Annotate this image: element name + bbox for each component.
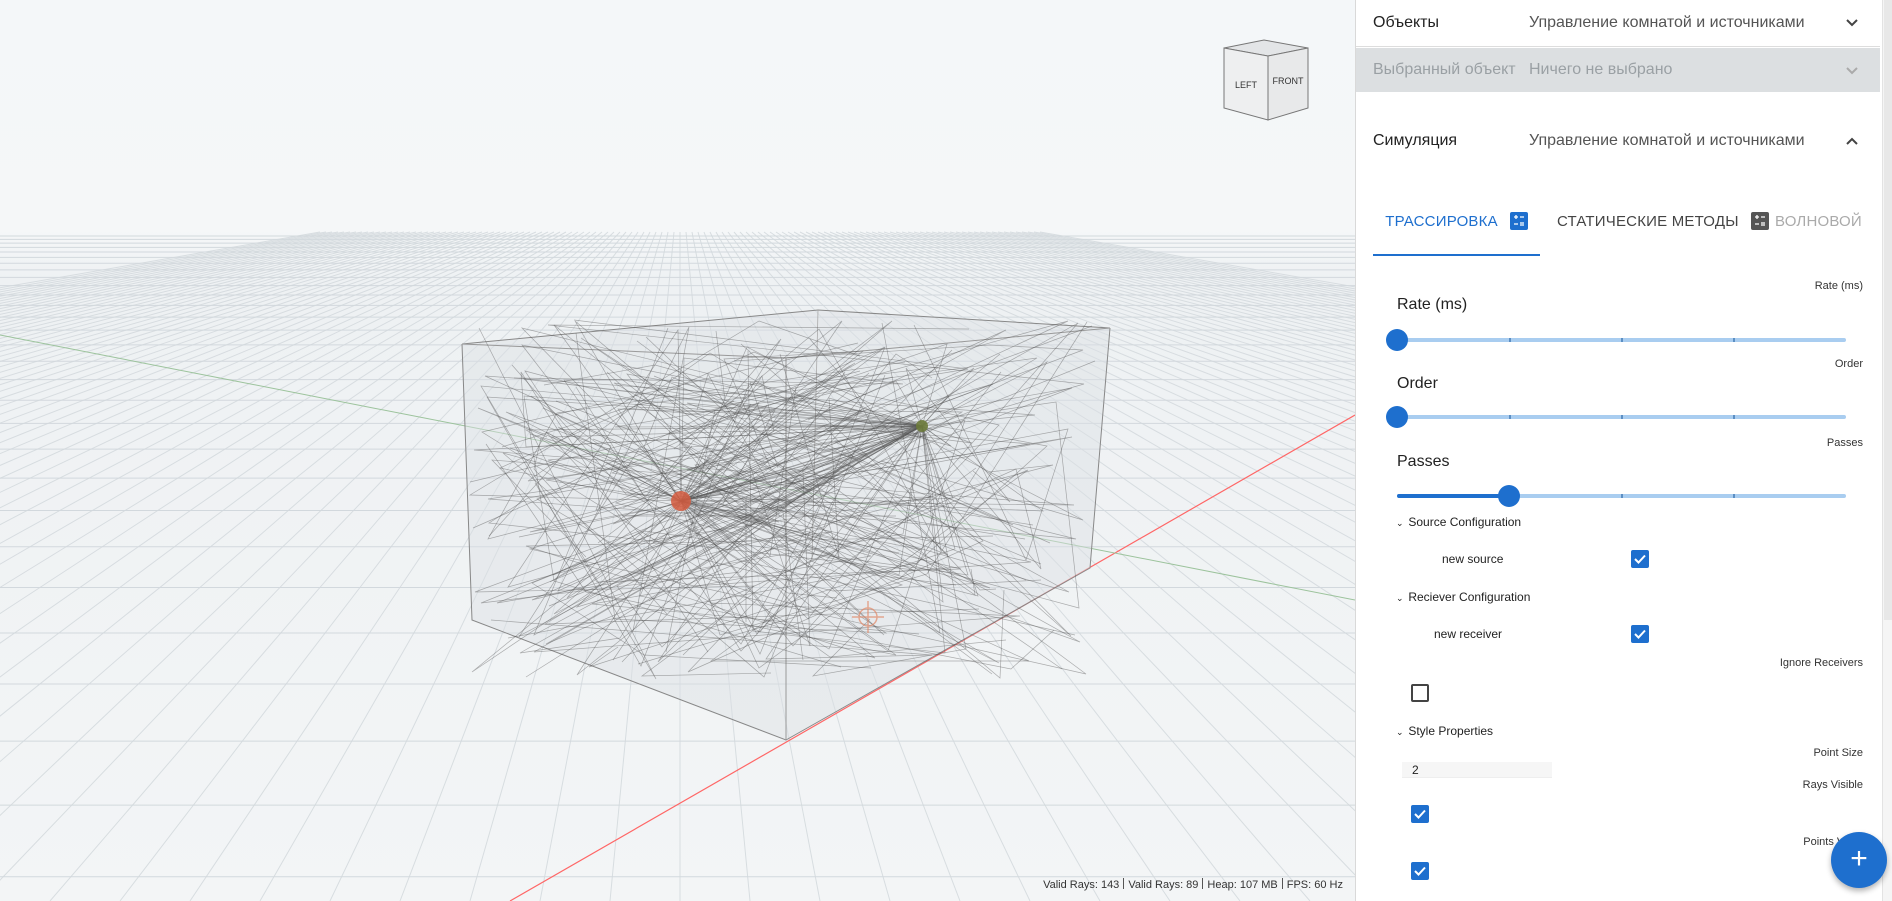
add-button[interactable]: + bbox=[1831, 832, 1887, 888]
accordion-objects-title: Объекты bbox=[1373, 14, 1439, 31]
calculator-icon bbox=[1509, 212, 1528, 230]
chevron-down-icon: ⌄ bbox=[1396, 518, 1404, 528]
3d-viewport[interactable]: LEFT FRONT Valid Rays: 143 Valid Rays: 89… bbox=[0, 0, 1355, 901]
order-slider-thumb[interactable] bbox=[1386, 406, 1408, 428]
accordion-objects[interactable]: Объекты Управление комнатой и источникам… bbox=[1356, 0, 1880, 47]
rate-slider-thumb[interactable] bbox=[1386, 329, 1408, 351]
accordion-objects-subtitle: Управление комнатой и источниками bbox=[1529, 14, 1805, 31]
sound-source-marker bbox=[671, 491, 691, 511]
panel-scrollbar[interactable] bbox=[1882, 0, 1892, 901]
passes-slider[interactable] bbox=[1397, 485, 1846, 507]
rays-visible-checkbox[interactable] bbox=[1411, 805, 1429, 823]
tab-raytracing-label: ТРАССИРОВКА bbox=[1385, 212, 1498, 230]
tab-wave: ВОЛНОВОЙ bbox=[1775, 188, 1862, 254]
simulation-tabs: ТРАССИРОВКА СТАТИЧЕСКИЕ МЕТОДЫ ВОЛНОВОЙ bbox=[1373, 188, 1870, 256]
accordion-simulation[interactable]: Симуляция Управление комнатой и источник… bbox=[1356, 118, 1880, 164]
rate-slider[interactable] bbox=[1386, 329, 1846, 351]
chevron-down-icon: ⌄ bbox=[1396, 593, 1404, 603]
passes-label: Passes bbox=[1397, 453, 1450, 470]
point-size-label: Point Size bbox=[1813, 747, 1863, 759]
rate-caption: Rate (ms) bbox=[1814, 280, 1863, 292]
passes-caption: Passes bbox=[1826, 437, 1863, 449]
ignore-receivers-checkbox[interactable] bbox=[1411, 684, 1429, 702]
receiver-config-section[interactable]: ⌄ Reciever Configuration bbox=[1396, 590, 1530, 604]
chevron-down-icon[interactable] bbox=[1842, 13, 1862, 33]
tab-wave-label: ВОЛНОВОЙ bbox=[1775, 212, 1862, 230]
points-visible-checkbox[interactable] bbox=[1411, 862, 1429, 880]
chevron-up-icon[interactable] bbox=[1842, 131, 1862, 151]
calculator-icon bbox=[1750, 212, 1769, 230]
fps-stat: FPS: 60 Hz bbox=[1286, 879, 1343, 891]
passes-slider-thumb[interactable] bbox=[1498, 485, 1521, 507]
rate-label: Rate (ms) bbox=[1397, 296, 1468, 313]
point-size-input[interactable]: 2 bbox=[1402, 762, 1552, 778]
tab-static-methods-label: СТАТИЧЕСКИЕ МЕТОДЫ bbox=[1557, 212, 1739, 230]
source-config-section[interactable]: ⌄ Source Configuration bbox=[1396, 515, 1521, 529]
receiver-item-label: new receiver bbox=[1434, 627, 1503, 641]
source-config-title: Source Configuration bbox=[1408, 515, 1522, 529]
panel-scrollbar-thumb[interactable] bbox=[1884, 0, 1892, 620]
receiver-item-checkbox[interactable] bbox=[1631, 625, 1649, 643]
chevron-down-icon bbox=[1846, 67, 1858, 75]
order-label: Order bbox=[1397, 375, 1438, 392]
rays-visible-label: Rays Visible bbox=[1802, 779, 1863, 791]
passes-slider-fill bbox=[1397, 494, 1510, 498]
scene-canvas[interactable] bbox=[0, 0, 1355, 901]
tab-raytracing[interactable]: ТРАССИРОВКА bbox=[1373, 188, 1540, 256]
tab-static-methods[interactable]: СТАТИЧЕСКИЕ МЕТОДЫ bbox=[1557, 188, 1769, 254]
accordion-selected-title: Выбранный объект bbox=[1373, 61, 1516, 78]
style-properties-section[interactable]: ⌄ Style Properties bbox=[1396, 724, 1493, 738]
accordion-selected-object: Выбранный объект Ничего не выбрано bbox=[1356, 48, 1880, 92]
heap-stat: Heap: 107 MB bbox=[1207, 879, 1278, 891]
order-slider[interactable] bbox=[1386, 406, 1846, 428]
view-cube-front-label: FRONT bbox=[1273, 76, 1304, 86]
chevron-down-icon: ⌄ bbox=[1396, 727, 1404, 737]
ignore-receivers-label: Ignore Receivers bbox=[1779, 657, 1863, 669]
source-item-checkbox[interactable] bbox=[1631, 550, 1649, 568]
style-properties-title: Style Properties bbox=[1408, 724, 1494, 738]
receiver-config-title: Reciever Configuration bbox=[1408, 590, 1531, 604]
accordion-simulation-subtitle: Управление комнатой и источниками bbox=[1529, 132, 1805, 149]
accordion-selected-subtitle: Ничего не выбрано bbox=[1529, 61, 1673, 78]
view-cube[interactable]: LEFT FRONT bbox=[1220, 38, 1310, 122]
valid-rays-stat: Valid Rays: 143 bbox=[1043, 879, 1120, 891]
source-item-label: new source bbox=[1442, 552, 1504, 566]
view-cube-left-label: LEFT bbox=[1235, 80, 1258, 90]
stats-bar: Valid Rays: 143 Valid Rays: 89 Heap: 107 M… bbox=[1043, 878, 1343, 891]
order-caption: Order bbox=[1834, 358, 1863, 370]
valid-rays-stat-2: Valid Rays: 89 bbox=[1128, 879, 1199, 891]
receiver-marker bbox=[916, 420, 928, 432]
accordion-simulation-title: Симуляция bbox=[1373, 132, 1458, 149]
